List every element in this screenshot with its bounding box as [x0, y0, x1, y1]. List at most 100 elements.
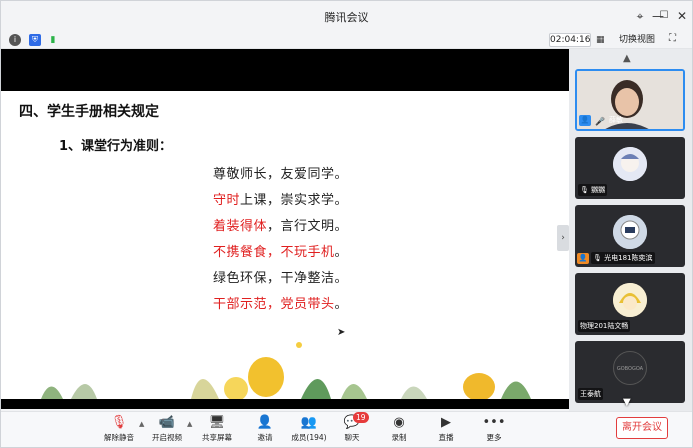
bottom-toolbar: 🎙 解除静音 ▲ 📹 开启视频 ▲ 🖥 共享屏幕 👤 邀请 👥 成员(194) …	[1, 411, 692, 447]
chat-label: 聊天	[344, 433, 360, 442]
meeting-timer: 02:04:16	[549, 33, 591, 47]
scroll-up-icon[interactable]: ▲	[623, 53, 631, 64]
collapse-panel-button[interactable]: ›	[557, 225, 569, 251]
record-icon: ◉	[393, 415, 405, 430]
rule-text: ，言行文明。	[267, 219, 349, 234]
maximize-button[interactable]: ☐	[655, 7, 673, 25]
rule-text: 上课，崇实求学。	[240, 193, 349, 208]
rule-line: 守时上课，崇实求学。	[213, 189, 348, 208]
more-label: 更多	[486, 433, 502, 442]
fullscreen-icon[interactable]: ⛶	[669, 33, 676, 44]
leaf-3	[191, 379, 219, 399]
lemon-3	[463, 373, 495, 399]
rule-text: 尊敬师长，友爱同学。	[213, 167, 349, 182]
live-stream-icon: ▶	[441, 415, 451, 430]
start-video-label: 开启视频	[152, 433, 182, 442]
members-label: 成员(194)	[291, 433, 327, 442]
mic-on-icon: 🎤	[595, 117, 605, 126]
participant-tile-2[interactable]: 🎙 嬲嬲	[575, 137, 685, 199]
window-title: 腾讯会议	[324, 11, 369, 24]
slide-heading: 四、学生手册相关规定	[19, 104, 159, 120]
rule-line: 不携餐食，不玩手机。	[213, 241, 348, 260]
leaf-4	[301, 379, 331, 399]
scroll-down-icon[interactable]: ▼	[623, 397, 631, 408]
video-options-caret-icon[interactable]: ▲	[187, 420, 192, 428]
highlighted-text: 干部示范，党员带头	[213, 297, 335, 312]
record-label: 录制	[391, 433, 407, 442]
invite-label: 邀请	[257, 433, 273, 442]
add-user-icon: 👤	[256, 415, 274, 430]
leaf-7	[501, 381, 531, 399]
close-button[interactable]: ✕	[673, 7, 691, 25]
speaker-video	[577, 71, 683, 129]
share-screen-icon: 🖥	[208, 415, 226, 430]
participant-name: 王泰航	[578, 388, 603, 400]
members-icon: 👥	[300, 415, 318, 430]
lemon-2	[224, 377, 248, 399]
info-icon[interactable]: i	[9, 34, 21, 46]
grid-view-icon: ▦	[596, 35, 605, 45]
leaf-5	[341, 384, 367, 399]
rule-line: 尊敬师长，友爱同学。	[213, 163, 348, 182]
switch-view-button[interactable]: 切换视图	[619, 33, 655, 47]
unmute-label: 解除静音	[104, 433, 134, 442]
participant-panel: ▲ 👤 🎤 薛敏 🎙 嬲嬲 👤 🎙 光电181陈奕滨 物理201陆文畅 GOBO…	[569, 49, 692, 411]
shared-screen: 四、学生手册相关规定 1、课堂行为准则： 尊敬师长，友爱同学。 守时上课，崇实求学…	[1, 49, 569, 409]
participant-tile-4[interactable]: 物理201陆文畅	[575, 273, 685, 335]
avatar	[613, 147, 647, 181]
meeting-window: 腾讯会议 ⌖ — ☐ ✕ i ⛨ ▮ 02:04:16 ▦ 切换视图 ⛶ 四、学…	[0, 0, 693, 448]
more-button[interactable]: ••• 更多	[474, 414, 514, 446]
participant-tile-1[interactable]: 👤 🎤 薛敏	[575, 69, 685, 131]
unmute-button[interactable]: 🎙 解除静音	[99, 414, 139, 446]
leaf-6	[401, 386, 427, 399]
slide-content: 四、学生手册相关规定 1、课堂行为准则： 尊敬师长，友爱同学。 守时上课，崇实求学…	[1, 91, 569, 399]
participant-name: 🎙 光电181陈奕滨	[591, 252, 655, 264]
avatar	[613, 215, 647, 249]
share-screen-button[interactable]: 🖥 共享屏幕	[197, 414, 237, 446]
participant-tile-5[interactable]: GOBOGOA 王泰航	[575, 341, 685, 403]
dot	[296, 342, 302, 348]
mic-muted-icon: 🎙	[593, 254, 602, 262]
video-off-icon: 📹	[158, 415, 176, 430]
host-icon: 👤	[579, 115, 591, 126]
title-bar: 腾讯会议 ⌖ — ☐ ✕	[1, 1, 692, 31]
members-button[interactable]: 👥 成员(194)	[289, 414, 329, 446]
participant-name: 🎙 嬲嬲	[578, 184, 608, 196]
rule-line: 着装得体，言行文明。	[213, 215, 348, 234]
mic-muted-icon: 🎙	[580, 186, 589, 194]
audio-options-caret-icon[interactable]: ▲	[139, 420, 144, 428]
lemon-1	[248, 357, 284, 397]
more-icon: •••	[482, 415, 506, 430]
leaf-decoration	[41, 342, 531, 399]
live-button[interactable]: ▶ 直播	[426, 414, 466, 446]
highlighted-text: 着装得体	[213, 219, 268, 234]
pin-icon[interactable]: ⌖	[631, 7, 649, 25]
logo-avatar: GOBOGOA	[613, 351, 647, 385]
anime-avatar-icon	[613, 147, 647, 181]
rule-text: 绿色环保，干净整洁。	[213, 271, 349, 286]
leaf-2	[71, 384, 97, 399]
share-screen-label: 共享屏幕	[202, 433, 232, 442]
avatar	[613, 283, 647, 317]
highlighted-text: 不携餐食，不玩手机	[213, 245, 335, 260]
astronaut-avatar-icon	[613, 215, 647, 249]
live-label: 直播	[438, 433, 454, 442]
start-video-button[interactable]: 📹 开启视频	[147, 414, 187, 446]
signal-icon[interactable]: ▮	[47, 34, 59, 46]
participant-name: 薛敏	[609, 116, 623, 124]
shield-icon[interactable]: ⛨	[29, 34, 41, 46]
highlighted-text: 守时	[213, 193, 241, 208]
participant-name-text: 嬲嬲	[591, 186, 606, 194]
record-button[interactable]: ◉ 录制	[379, 414, 419, 446]
participant-name: 物理201陆文畅	[578, 320, 631, 332]
mouse-cursor-icon: ➤	[337, 327, 346, 338]
leave-meeting-button[interactable]: 离开会议	[616, 417, 668, 439]
participant-name-text: 光电181陈奕滨	[604, 254, 653, 262]
rule-line: 绿色环保，干净整洁。	[213, 267, 348, 286]
chat-unread-badge: 19	[353, 412, 369, 423]
rule-line: 干部示范，党员带头。	[213, 293, 348, 312]
slide-subheading: 1、课堂行为准则：	[59, 139, 173, 154]
user-icon: 👤	[577, 253, 589, 264]
participant-tile-3[interactable]: 👤 🎙 光电181陈奕滨	[575, 205, 685, 267]
invite-button[interactable]: 👤 邀请	[245, 414, 285, 446]
